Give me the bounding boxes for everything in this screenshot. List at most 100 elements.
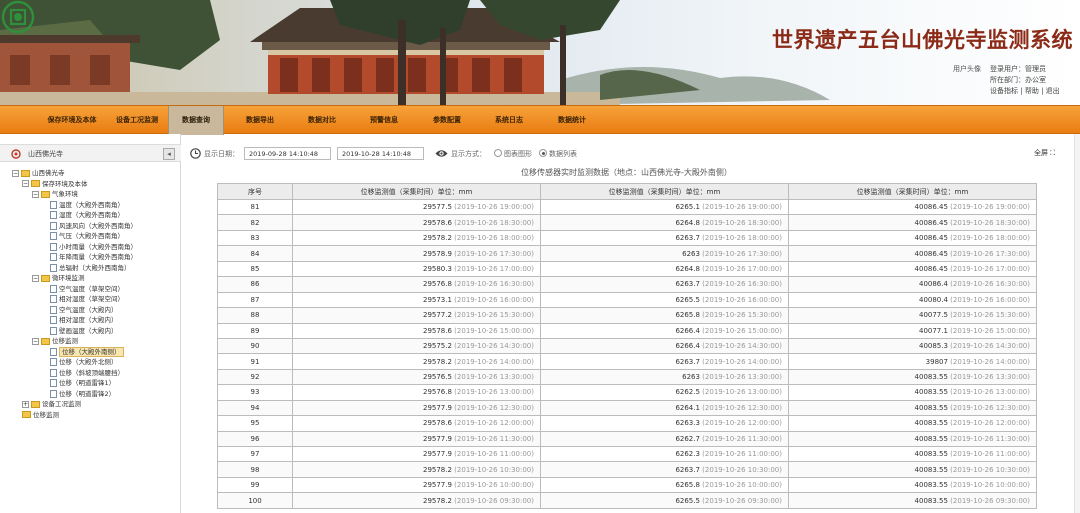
value: 29578.2 xyxy=(422,357,452,366)
current-user: 登录用户：管理员 xyxy=(990,65,1046,73)
tree-leaf-node[interactable]: 位移（明道雷锋1） xyxy=(50,378,115,388)
device-index-link[interactable]: 设备指标 xyxy=(990,87,1018,95)
value-cell-3: 40083.55 (2019-10-26 13:30:00) xyxy=(788,368,1037,386)
nav-item-device-status[interactable]: 设备工况监测 xyxy=(106,106,168,135)
value: 40086.45 xyxy=(914,203,948,212)
value-cell-1: 29578.6 (2019-10-26 15:00:00) xyxy=(292,322,541,339)
logout-link[interactable]: 退出 xyxy=(1046,87,1060,95)
value: 29577.9 xyxy=(422,403,452,412)
tree-leaf-node[interactable]: 小时雨量（大殿外西南角） xyxy=(50,242,137,252)
tree-folder-node[interactable]: − 保存环境及本体 xyxy=(22,179,88,189)
row-seq: 94 xyxy=(217,399,293,417)
expand-toggle-icon[interactable]: − xyxy=(32,274,39,282)
value-cell-3: 40085.3 (2019-10-26 14:30:00) xyxy=(788,337,1037,355)
value-cell-2: 6264.8 (2019-10-26 18:30:00) xyxy=(540,214,789,231)
tree-folder-node[interactable]: − 气象环境 xyxy=(32,189,78,199)
row-seq: 86 xyxy=(217,276,293,293)
value: 6262.5 xyxy=(675,388,700,397)
mode-chart-radio[interactable] xyxy=(494,149,502,157)
system-title: 世界遗产五台山佛光寺监测系统 xyxy=(772,27,1073,52)
value: 29578.2 xyxy=(422,234,452,243)
mode-list-radio[interactable] xyxy=(539,149,547,157)
value-cell-2: 6265.1 (2019-10-26 19:00:00) xyxy=(540,198,789,216)
expand-toggle-icon[interactable]: − xyxy=(22,180,29,187)
table-row: 97 29577.9 (2019-10-26 11:00:00) 6262.3 (2… xyxy=(217,445,1037,463)
table-row: 83 29578.2 (2019-10-26 18:00:00) 6263.7 (2… xyxy=(217,229,1037,247)
nav-item-system-log[interactable]: 系统日志 xyxy=(481,106,537,135)
tree-leaf-node[interactable]: 位移（斜坡顶端腰挡） xyxy=(50,368,124,378)
query-toolbar: 显示日期： 显示方式： 图表图形 数据列表 全屏 ⛶ xyxy=(182,145,1080,162)
tree-folder-node[interactable]: − 山西佛光寺 xyxy=(12,168,65,178)
value-cell-3: 40086.4 (2019-10-26 16:30:00) xyxy=(788,276,1037,293)
nav-item-alert[interactable]: 预警信息 xyxy=(356,106,412,135)
avatar: 用户头像 xyxy=(953,65,981,73)
tree-leaf-node[interactable]: 相对湿度（大殿内） xyxy=(50,315,118,325)
expand-toggle-icon[interactable]: − xyxy=(32,337,39,345)
nav-item-environment[interactable]: 保存环境及本体 xyxy=(38,106,106,135)
tree-leaf-node[interactable]: 壁画温度（大殿内） xyxy=(50,326,118,336)
page-icon xyxy=(50,305,57,314)
nav-item-data-query[interactable]: 数据查询 xyxy=(168,106,224,135)
timestamp: 2019-10-26 17:00:00 xyxy=(704,264,780,273)
help-link[interactable]: 帮助 xyxy=(1025,87,1039,95)
nav-item-statistics[interactable]: 数据统计 xyxy=(544,106,600,135)
value: 6262.7 xyxy=(675,434,700,443)
tree-leaf-node[interactable]: 总辐射（大殿外西南角） xyxy=(50,263,131,273)
page-icon xyxy=(50,242,57,251)
page-icon xyxy=(50,221,57,230)
nav-item-data-export[interactable]: 数据导出 xyxy=(232,106,288,135)
table-row: 85 29580.3 (2019-10-26 17:00:00) 6264.8 (2… xyxy=(217,260,1037,278)
value: 6265.8 xyxy=(675,481,700,490)
value: 40077.1 xyxy=(918,326,948,335)
tree-leaf-node[interactable]: 湿度（大殿外西南角） xyxy=(50,210,124,220)
tree-folder-node[interactable]: 位移监测 xyxy=(22,410,59,420)
tree-leaf-node[interactable]: 风速风向（大殿外西南角） xyxy=(50,221,137,231)
value-cell-1: 29577.9 (2019-10-26 11:30:00) xyxy=(292,430,541,448)
page-icon xyxy=(50,284,57,293)
tree-leaf-node[interactable]: 位移（大殿外南侧） xyxy=(50,346,124,357)
tree-folder-node[interactable]: + 设备工况监测 xyxy=(22,399,81,409)
tree-folder-node[interactable]: − 微环境监测 xyxy=(32,273,85,283)
tree-leaf-node[interactable]: 年降雨量（大殿外西南角） xyxy=(50,252,137,262)
nav-item-data-compare[interactable]: 数据对比 xyxy=(294,106,350,135)
page-scrollbar[interactable] xyxy=(1074,134,1080,513)
value: 29578.2 xyxy=(422,496,452,505)
row-seq: 100 xyxy=(217,492,293,509)
timestamp: 2019-10-26 11:00:00 xyxy=(456,450,532,459)
timestamp: 2019-10-26 18:00:00 xyxy=(456,234,532,243)
expand-toggle-icon[interactable]: − xyxy=(12,169,19,177)
value: 40083.55 xyxy=(914,373,948,382)
tree-leaf-node[interactable]: 气压（大殿外西南角） xyxy=(50,231,124,241)
value-cell-2: 6263 (2019-10-26 17:30:00) xyxy=(540,245,789,262)
tree-leaf-node[interactable]: 空气温度（草架空间） xyxy=(50,284,124,294)
timestamp: 2019-10-26 10:00:00 xyxy=(456,481,532,490)
tree-leaf-node[interactable]: 位移（大殿外北侧） xyxy=(50,357,118,367)
value: 40077.5 xyxy=(918,311,948,320)
tree-leaf-node[interactable]: 温度（大殿外西南角） xyxy=(50,200,124,210)
date-label: 显示日期： xyxy=(204,150,239,158)
value: 6263.7 xyxy=(675,234,700,243)
timestamp: 2019-10-26 14:00:00 xyxy=(456,357,532,366)
table-row: 95 29578.6 (2019-10-26 12:00:00) 6263.3 (2… xyxy=(217,415,1037,432)
nav-item-params[interactable]: 参数配置 xyxy=(419,106,475,135)
main-nav: 保存环境及本体 设备工况监测 数据查询 数据导出 数据对比 预警信息 参数配置 … xyxy=(0,105,1080,135)
expand-toggle-icon[interactable]: + xyxy=(22,400,29,408)
value: 6263.7 xyxy=(675,465,700,474)
timestamp: 2019-10-26 15:00:00 xyxy=(952,326,1028,335)
start-date-input[interactable] xyxy=(244,147,331,160)
expand-toggle-icon[interactable]: − xyxy=(32,190,39,198)
tree-leaf-node[interactable]: 位移（明道雷锋2） xyxy=(50,389,115,399)
tree-leaf-node[interactable]: 相对湿度（草架空间） xyxy=(50,294,124,304)
value: 40083.55 xyxy=(914,388,948,397)
value: 6266.4 xyxy=(675,326,700,335)
tree-node-label: 湿度（大殿外西南角） xyxy=(59,211,124,219)
tree-node-label: 相对湿度（大殿内） xyxy=(59,316,118,324)
sidebar-title: 山西佛光寺 xyxy=(28,150,63,158)
timestamp: 2019-10-26 18:30:00 xyxy=(456,218,532,227)
tree-leaf-node[interactable]: 空气温度（大殿内） xyxy=(50,305,118,315)
collapse-sidebar-button[interactable]: ◂ xyxy=(163,148,175,160)
fullscreen-button[interactable]: 全屏 ⛶ xyxy=(1034,148,1055,158)
timestamp: 2019-10-26 17:30:00 xyxy=(952,249,1028,258)
tree-folder-node[interactable]: − 位移监测 xyxy=(32,336,78,346)
end-date-input[interactable] xyxy=(337,147,424,160)
